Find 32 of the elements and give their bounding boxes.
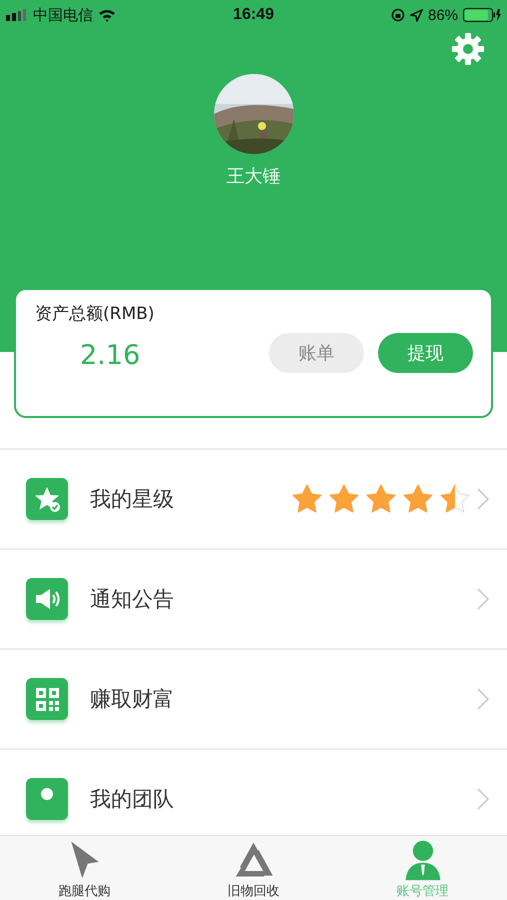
star [291,483,323,515]
settings-icon[interactable] [451,32,485,66]
star [365,483,397,515]
tab[interactable]: 旧物回收 [169,836,338,900]
clock: 16:49 [233,6,274,24]
signal-icon [6,9,28,21]
rotation-lock-icon [390,8,405,22]
battery-percent: 86% [428,6,458,24]
carrier: 中国电信 [33,6,93,24]
star [439,483,471,515]
battery-charging-icon [463,8,502,22]
menu-row[interactable]: 我的星级 [0,450,507,550]
qr-code-icon [26,678,68,720]
chevron-icon [477,488,489,510]
asset-label: 资产总额(RMB) [35,303,154,325]
menu-label: 我的团队 [90,786,174,813]
chevron-icon [477,788,489,810]
chevron-icon [477,588,489,610]
menu-row[interactable]: 通知公告 [0,550,507,650]
chevron-icon [477,688,489,710]
speaker-icon [26,578,68,620]
user-name: 王大锤 [226,165,280,188]
asset-amount: 2.16 [80,340,140,371]
menu-label: 通知公告 [90,586,174,613]
menu-row[interactable]: 赚取财富 [0,650,507,750]
location-icon [410,8,423,22]
menu-label: 我的星级 [90,486,174,513]
wifi-icon [98,8,116,22]
tab[interactable]: 跑腿代购 [0,836,169,900]
star [402,483,434,515]
star [328,483,360,515]
menu-label: 赚取财富 [90,686,174,713]
